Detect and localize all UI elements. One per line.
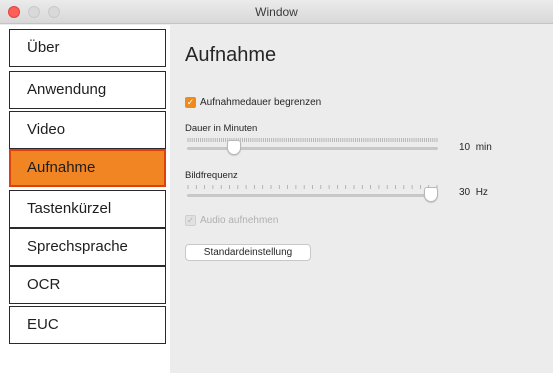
duration-number: 10	[459, 142, 471, 153]
limit-duration-checkbox[interactable]: ✓ Aufnahmedauer begrenzen	[185, 97, 321, 108]
sidebar-item-aufnahme[interactable]: Aufnahme	[9, 149, 166, 187]
sidebar: Über Anwendung Video Aufnahme Tastenkürz…	[0, 25, 170, 373]
framerate-slider-thumb[interactable]	[424, 187, 438, 202]
checkmark-icon: ✓	[185, 97, 196, 108]
limit-duration-label: Aufnahmedauer begrenzen	[200, 97, 322, 108]
sidebar-item-video[interactable]: Video	[9, 111, 166, 149]
duration-unit: min	[475, 142, 492, 153]
duration-slider[interactable]	[187, 138, 438, 155]
duration-slider-ticks	[187, 138, 438, 142]
audio-label: Audio aufnehmen	[200, 215, 279, 226]
sidebar-item-euc[interactable]: EUC	[9, 306, 166, 344]
duration-label: Dauer in Minuten	[185, 123, 258, 134]
framerate-number: 30	[459, 187, 471, 198]
sidebar-item-anwendung[interactable]: Anwendung	[9, 71, 166, 109]
duration-slider-track	[187, 147, 438, 150]
checkmark-icon: ✓	[185, 215, 196, 226]
duration-value: 10 min	[459, 142, 492, 153]
sidebar-item-tastenkuerzel[interactable]: Tastenkürzel	[9, 190, 166, 228]
title-bar: Window	[0, 0, 553, 24]
framerate-slider[interactable]	[187, 185, 438, 202]
settings-pane: Aufnahme ✓ Aufnahmedauer begrenzen Dauer…	[170, 25, 553, 373]
framerate-label: Bildfrequenz	[185, 170, 238, 181]
sidebar-item-ueber[interactable]: Über	[9, 29, 166, 67]
framerate-value: 30 Hz	[459, 187, 488, 198]
page-title: Aufnahme	[185, 44, 277, 66]
window-title: Window	[255, 5, 298, 19]
framerate-unit: Hz	[475, 187, 488, 198]
audio-checkbox[interactable]: ✓ Audio aufnehmen	[185, 215, 278, 226]
framerate-slider-track	[187, 194, 438, 197]
duration-slider-thumb[interactable]	[227, 140, 242, 155]
sidebar-item-sprechsprache[interactable]: Sprechsprache	[9, 228, 166, 266]
framerate-slider-ticks	[187, 185, 438, 189]
sidebar-item-ocr[interactable]: OCR	[9, 266, 166, 304]
preferences-window: Window Über Anwendung Video Aufnahme Tas…	[0, 0, 553, 373]
defaults-button[interactable]: Standardeinstellung	[185, 244, 311, 261]
